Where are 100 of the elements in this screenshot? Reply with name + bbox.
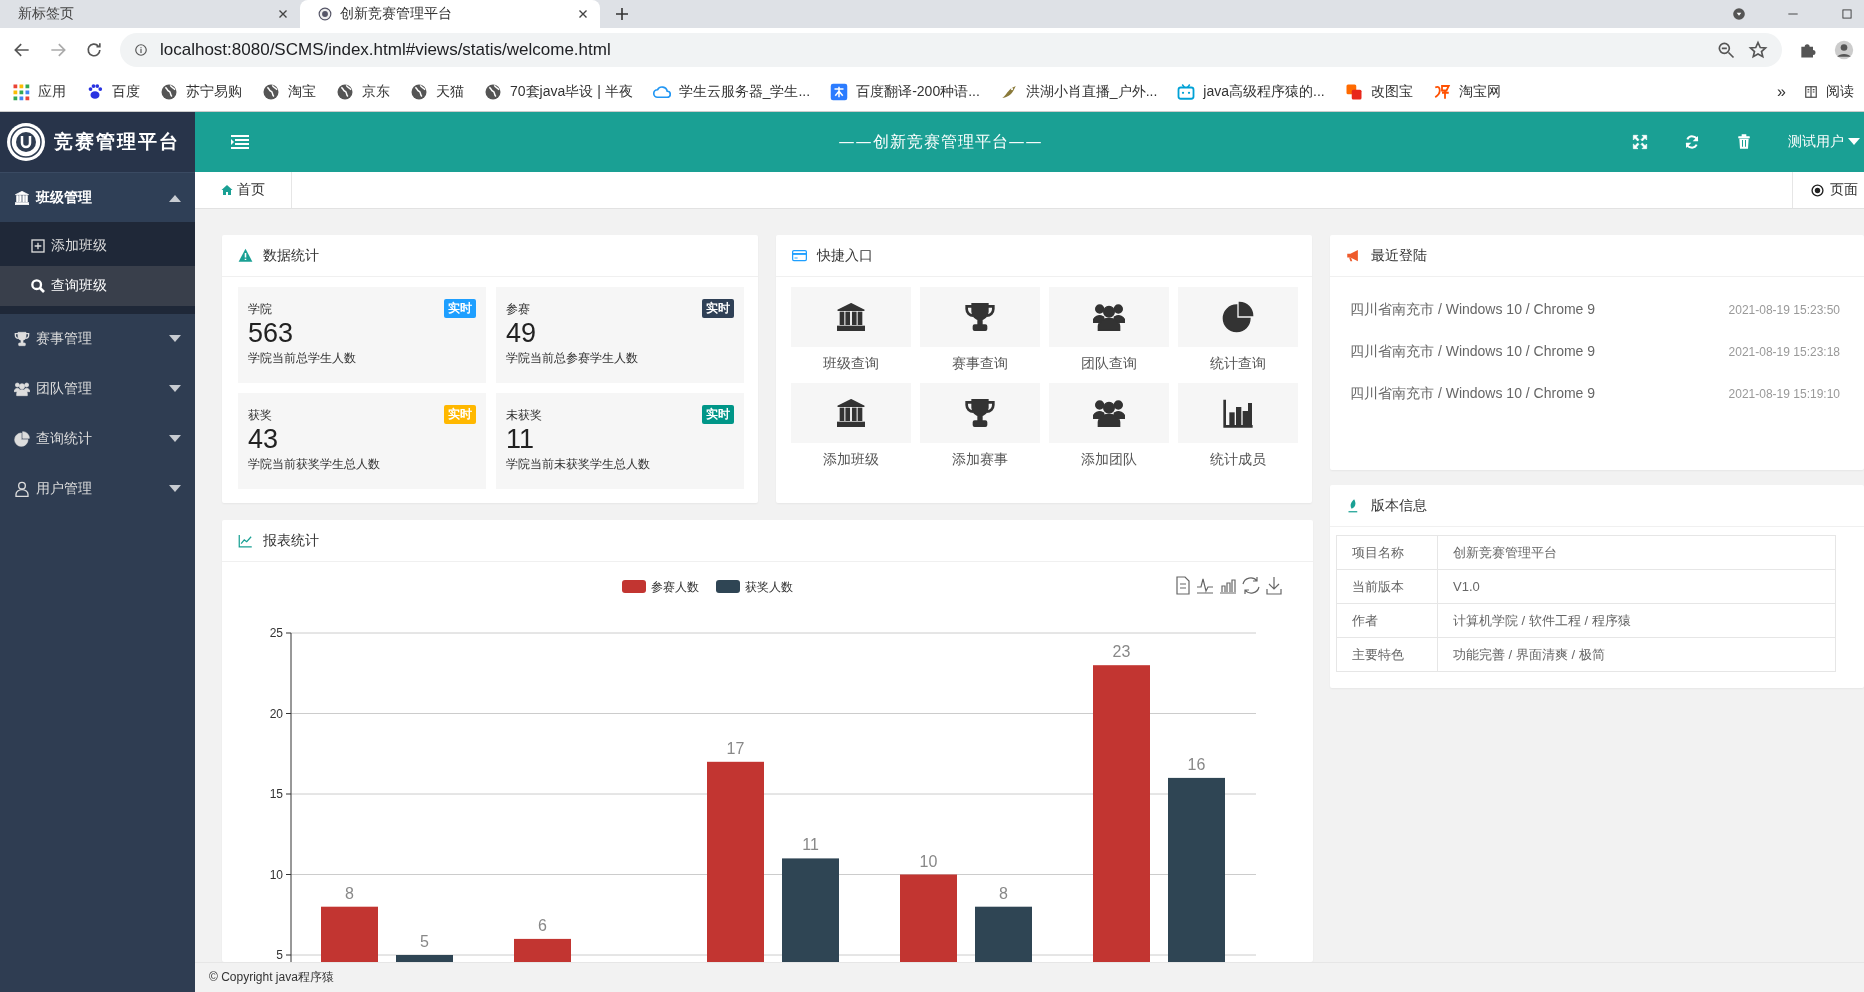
stat-caption: 学院当前总参赛学生人数	[506, 350, 639, 367]
browser-tab[interactable]: 新标签页	[0, 0, 300, 28]
bookmark[interactable]: 学生云服务器_学生...	[652, 82, 811, 101]
bookmark[interactable]: 改图宝	[1344, 82, 1413, 101]
bank-icon	[835, 301, 867, 333]
menu-user-icon	[14, 481, 30, 497]
bookmark[interactable]: 苏宁易购	[160, 82, 242, 101]
bookmark[interactable]: 京东	[336, 82, 390, 101]
card-title: 数据统计	[263, 246, 319, 265]
caret-icon[interactable]	[169, 435, 181, 443]
bookmark[interactable]: 应用	[12, 82, 66, 101]
bookmark[interactable]: 70套java毕设 | 半夜	[484, 82, 633, 101]
shortcut-tile[interactable]	[1049, 383, 1169, 443]
reload-icon[interactable]	[84, 40, 104, 60]
info-icon[interactable]	[134, 43, 148, 57]
menu-item[interactable]: 团队管理	[0, 364, 195, 414]
legend-swatch[interactable]	[622, 580, 646, 593]
line-chart-icon[interactable]	[1196, 578, 1214, 594]
refresh-icon[interactable]	[1242, 576, 1260, 595]
table-cell: 作者	[1336, 603, 1438, 638]
stat-value: 563	[248, 318, 295, 348]
legend-swatch[interactable]	[716, 580, 740, 593]
reading-list[interactable]: 阅读	[1804, 82, 1854, 101]
legend-label[interactable]: 获奖人数	[745, 580, 793, 594]
shortcut-tile[interactable]	[920, 287, 1040, 347]
bookmark[interactable]: 百度翻译-200种语...	[830, 82, 980, 101]
address-bar[interactable]: localhost:8080/SCMS/index.html#views/statis/welcome.html	[120, 33, 1782, 67]
menu-item[interactable]: 赛事管理	[0, 314, 195, 364]
globe-icon	[484, 82, 502, 101]
bar-chart-icon[interactable]	[1219, 579, 1237, 594]
shortcut-tile[interactable]	[1178, 383, 1298, 443]
bookmark[interactable]: 百度	[86, 82, 140, 101]
browser-tab[interactable]: 创新竞赛管理平台	[300, 0, 600, 28]
legend-label[interactable]: 参赛人数	[651, 580, 699, 594]
shortcut-tile[interactable]	[791, 383, 911, 443]
page-operations-menu[interactable]: 页面	[1792, 172, 1864, 208]
data-view-icon[interactable]	[1176, 576, 1190, 595]
header-title: ——创新竞赛管理平台——	[837, 131, 1044, 153]
menu-item[interactable]: 查询统计	[0, 414, 195, 464]
stat-value: 11	[506, 424, 536, 454]
credit-card-icon	[792, 248, 807, 263]
caret-icon[interactable]	[169, 193, 181, 202]
shortcut-label[interactable]: 赛事查询	[952, 355, 1008, 373]
bank-icon	[835, 397, 867, 429]
shortcut-label[interactable]: 添加赛事	[952, 451, 1008, 469]
shortcut-label[interactable]: 团队查询	[1081, 355, 1137, 373]
tv-icon	[1177, 82, 1196, 101]
bookmark[interactable]: 淘宝	[262, 82, 316, 101]
submenu-item[interactable]: 添加班级	[0, 226, 195, 266]
bookmark[interactable]: java高级程序猿的...	[1177, 82, 1325, 101]
menu-toggle-icon[interactable]	[231, 135, 249, 149]
menu-users-icon	[14, 381, 30, 397]
menu-item[interactable]: 班级管理	[0, 172, 195, 222]
bookmark[interactable]: 洪湖小肖直播_户外...	[999, 82, 1158, 101]
line-chart-icon	[238, 533, 253, 548]
more-bookmarks[interactable]: »	[1777, 82, 1786, 101]
fullscreen-icon[interactable]	[1632, 134, 1648, 150]
shortcut-tile[interactable]	[791, 287, 911, 347]
trash-icon[interactable]	[1736, 134, 1752, 150]
status-tag: 实时	[702, 405, 734, 424]
shortcut-label[interactable]: 统计成员	[1210, 451, 1266, 469]
table-cell: 功能完善 / 界面清爽 / 极简	[1437, 637, 1836, 672]
login-time: 2021-08-19 15:23:18	[1728, 345, 1840, 359]
login-time: 2021-08-19 15:23:50	[1728, 303, 1840, 317]
caret-icon[interactable]	[169, 485, 181, 493]
shortcut-tile[interactable]	[920, 383, 1040, 443]
menu-item[interactable]: 用户管理	[0, 464, 195, 514]
caret-icon[interactable]	[1848, 138, 1860, 146]
axis-tick-label: 15	[269, 787, 283, 801]
table-cell: 创新竞赛管理平台	[1437, 535, 1836, 570]
download-icon[interactable]	[1266, 576, 1282, 595]
table-cell: 计算机学院 / 软件工程 / 程序猿	[1437, 603, 1836, 638]
bookmark[interactable]: 淘宝网	[1432, 82, 1501, 101]
profile-menu-icon[interactable]	[1732, 7, 1746, 21]
maximize-icon[interactable]	[1840, 7, 1854, 21]
shortcut-label[interactable]: 添加团队	[1081, 451, 1137, 469]
new-tab-icon[interactable]	[614, 6, 630, 22]
avatar-icon[interactable]	[1834, 40, 1854, 60]
shortcut-label[interactable]: 添加班级	[823, 451, 879, 469]
refresh-icon[interactable]	[1684, 134, 1700, 150]
apps-grid-icon	[12, 82, 30, 101]
axis-tick-label: 25	[269, 626, 283, 640]
shortcut-label[interactable]: 统计查询	[1210, 355, 1266, 373]
axis-tick-label: 20	[269, 706, 283, 721]
trophy-icon	[964, 397, 996, 429]
table-cell: 主要特色	[1336, 637, 1438, 672]
zoom-icon[interactable]	[1716, 40, 1736, 60]
shortcut-tile[interactable]	[1178, 287, 1298, 347]
bookmark[interactable]: 天猫	[410, 82, 464, 101]
target-icon	[1811, 183, 1824, 197]
caret-icon[interactable]	[169, 335, 181, 343]
globe-icon	[410, 82, 428, 101]
caret-icon[interactable]	[169, 385, 181, 393]
shortcut-tile[interactable]	[1049, 287, 1169, 347]
page-tab[interactable]: 首页	[195, 172, 292, 208]
stat-label: 未获奖	[506, 407, 542, 424]
shortcut-label[interactable]: 班级查询	[823, 355, 879, 373]
star-icon[interactable]	[1748, 40, 1768, 60]
bar-value-label: 8	[999, 884, 1008, 902]
submenu-item[interactable]: 查询班级	[0, 266, 195, 306]
